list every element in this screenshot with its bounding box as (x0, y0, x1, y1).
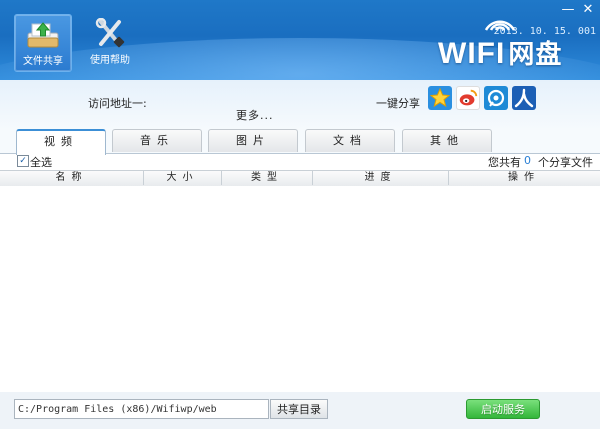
nav-help-label: 使用帮助 (90, 55, 130, 66)
tencent-weibo-share-button[interactable] (484, 86, 508, 110)
close-button[interactable]: ✕ (580, 2, 596, 17)
nav-file-share-label: 文件共享 (23, 56, 63, 67)
select-all-label: 全选 (30, 156, 52, 169)
renren-icon (514, 88, 534, 108)
tools-icon (95, 18, 125, 48)
start-service-button[interactable]: 启动服务 (466, 399, 540, 419)
weibo-icon (459, 89, 478, 106)
column-header-size[interactable]: 大小 (144, 171, 222, 185)
access-address-label: 访问地址一: (88, 97, 147, 110)
file-count-suffix: 个分享文件 (538, 156, 593, 169)
column-header-type[interactable]: 类型 (222, 171, 313, 185)
weibo-share-button[interactable] (456, 86, 480, 110)
tab-video[interactable]: 视频 (16, 129, 106, 155)
column-header-name[interactable]: 名称 (0, 171, 144, 185)
file-count-prefix: 您共有 (488, 156, 521, 169)
qzone-icon (429, 87, 451, 108)
file-count-value: 0 (524, 154, 531, 167)
column-header-progress[interactable]: 进度 (313, 171, 449, 185)
renren-share-button[interactable] (512, 86, 536, 110)
share-path-input[interactable]: C:/Program Files (x86)/Wifiwp/web (14, 399, 269, 419)
file-list-body[interactable] (0, 186, 600, 393)
select-all-checkbox[interactable]: ✓ (17, 155, 29, 167)
nav-file-share-button[interactable]: 文件共享 (14, 14, 72, 72)
one-click-share-label: 一键分享 (376, 97, 420, 110)
share-directory-button[interactable]: 共享目录 (270, 399, 328, 419)
qzone-share-button[interactable] (428, 86, 452, 110)
column-header-actions[interactable]: 操作 (449, 171, 599, 185)
wifi-signal-icon (484, 20, 516, 31)
brand-cn: 网盘 (508, 39, 563, 69)
more-addresses-link[interactable]: 更多... (236, 107, 274, 123)
tab-documents[interactable]: 文档 (305, 129, 395, 152)
tab-images[interactable]: 图片 (208, 129, 298, 152)
tab-music[interactable]: 音乐 (112, 129, 202, 152)
tencent-weibo-icon (487, 89, 505, 107)
tab-other[interactable]: 其他 (402, 129, 492, 152)
brand-latin: WIFI (438, 37, 506, 70)
nav-help-button[interactable]: 使用帮助 (82, 14, 138, 70)
brand-logo: WIFI 网盘 (438, 20, 563, 71)
folder-upload-icon (27, 22, 59, 48)
minimize-button[interactable]: — (560, 2, 576, 17)
